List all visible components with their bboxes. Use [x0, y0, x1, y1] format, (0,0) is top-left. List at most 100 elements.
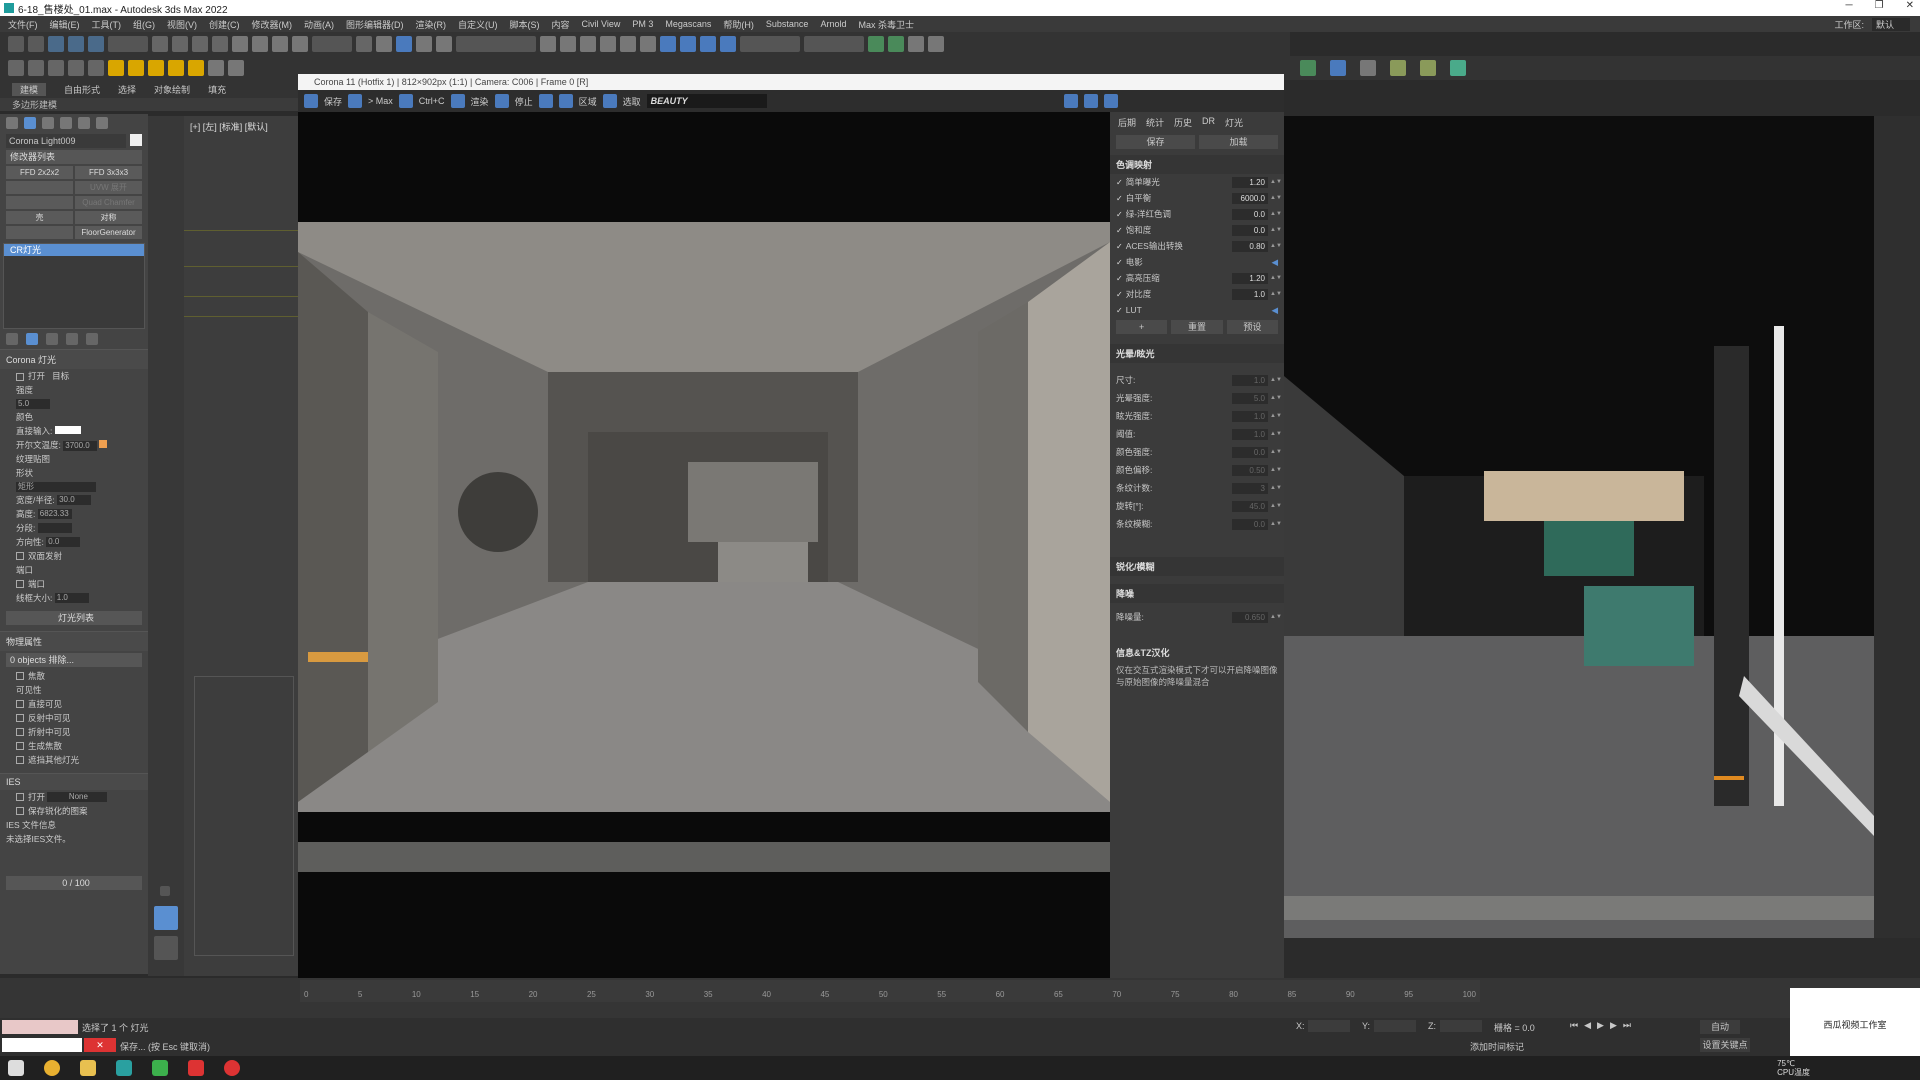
next-frame-icon[interactable]: ▶ — [1610, 1020, 1617, 1031]
settings-load-button[interactable]: 加载 — [1199, 135, 1278, 149]
minimize-button[interactable]: ─ — [1846, 0, 1853, 11]
frame-counter[interactable]: 0 / 100 — [6, 875, 142, 890]
modifier-button-shell[interactable]: 壳 — [6, 211, 73, 224]
occlude-lights-checkbox[interactable]: 遮挡其他灯光 — [0, 753, 148, 767]
maxscript-listener[interactable] — [2, 1020, 78, 1034]
motion-tab-icon[interactable] — [60, 117, 72, 129]
denoise-value[interactable]: 0.650 — [1232, 611, 1268, 623]
rollout-physical[interactable]: 物理属性 — [0, 630, 148, 651]
utilities-tab-icon[interactable] — [96, 117, 108, 129]
snap2-icon[interactable] — [1330, 60, 1346, 76]
plugin3-icon[interactable] — [908, 36, 924, 52]
menu-item[interactable]: 自定义(U) — [458, 18, 498, 31]
modifier-button[interactable] — [6, 181, 73, 194]
shape-dropdown[interactable]: 矩形 — [16, 481, 96, 492]
width-spinner[interactable]: 30.0 — [57, 495, 92, 506]
sharpen-blur-section[interactable]: 锐化/模糊 — [1110, 557, 1284, 576]
bloom-value[interactable]: 1.0 — [1232, 374, 1268, 386]
show-end-result-icon[interactable] — [26, 333, 38, 345]
menu-item[interactable]: 工具(T) — [92, 18, 122, 31]
mirror-icon[interactable] — [540, 36, 556, 52]
go-start-icon[interactable]: ⏮ — [1570, 1020, 1578, 1031]
render-icon[interactable] — [720, 36, 736, 52]
zoom-fit-icon[interactable] — [1104, 94, 1118, 108]
tonemap-expand-icon[interactable]: ◀ — [1271, 305, 1278, 316]
stop-icon[interactable] — [494, 94, 509, 108]
box2-icon[interactable] — [1420, 60, 1436, 76]
helper-icon[interactable] — [68, 60, 84, 76]
ribbon-tab-freeform[interactable]: 自由形式 — [64, 83, 100, 96]
visible-direct-checkbox[interactable]: 直接可见 — [0, 697, 148, 711]
settings-tab-lightmix[interactable]: 灯光 — [1225, 116, 1243, 129]
hierarchy-tab-icon[interactable] — [42, 117, 54, 129]
reset-button[interactable]: 重置 — [1171, 320, 1223, 334]
tonemap-name[interactable]: 绿-洋红色调 — [1116, 208, 1232, 220]
settings-tab-history[interactable]: 历史 — [1174, 116, 1192, 129]
bind-icon[interactable] — [88, 36, 104, 52]
tonemapping-section[interactable]: 色调映射 — [1110, 155, 1284, 174]
tonemap-expand-icon[interactable]: ◀ — [1271, 257, 1278, 268]
settings-tab-dr[interactable]: DR — [1202, 116, 1215, 129]
preset-button[interactable]: 预设 — [1226, 320, 1278, 334]
perspective-viewport[interactable] — [1284, 116, 1874, 938]
restore-button[interactable]: ❐ — [1875, 0, 1884, 11]
plugin4-icon[interactable] — [928, 36, 944, 52]
sun-icon[interactable] — [128, 60, 144, 76]
height-spinner[interactable]: 6823.33 — [37, 509, 72, 520]
scatter-icon[interactable] — [208, 60, 224, 76]
create-icon[interactable] — [8, 60, 24, 76]
region-icon[interactable] — [558, 94, 573, 108]
pin-icon[interactable] — [1360, 60, 1376, 76]
play-icon[interactable]: ▶ — [1597, 1020, 1604, 1031]
menu-item[interactable]: 脚本(S) — [510, 18, 540, 31]
tonemap-value[interactable]: 1.20 — [1232, 176, 1268, 188]
plugin2-icon[interactable] — [888, 36, 904, 52]
spinner-arrows-icon[interactable]: ▲▼ — [1270, 467, 1282, 473]
decal-icon[interactable] — [228, 60, 244, 76]
tonemap-value[interactable]: 6000.0 — [1232, 192, 1268, 204]
sky-icon[interactable] — [148, 60, 164, 76]
workspace-select[interactable]: 默认 — [1871, 17, 1910, 31]
add-operator-button[interactable]: + — [1116, 320, 1168, 334]
close-button[interactable]: ✕ — [1906, 0, 1914, 11]
tonemap-value[interactable]: 0.0 — [1232, 224, 1268, 236]
go-end-icon[interactable]: ⏭ — [1623, 1020, 1631, 1031]
info-section[interactable]: 信息&TZ汉化 — [1110, 643, 1284, 662]
modifier-button-quad-chamfer[interactable]: Quad Chamfer — [75, 196, 142, 209]
redo-icon[interactable] — [28, 36, 44, 52]
space-warp-icon[interactable] — [88, 60, 104, 76]
spinner-arrows-icon[interactable]: ▲▼ — [1270, 449, 1282, 455]
corona-light-icon[interactable] — [168, 60, 184, 76]
bloom-value[interactable]: 1.0 — [1232, 428, 1268, 440]
texmap-radio[interactable]: 纹理贴图 — [0, 452, 148, 466]
settings-tab-stats[interactable]: 统计 — [1146, 116, 1164, 129]
render-frame-icon[interactable] — [700, 36, 716, 52]
ribbon-tab-modeling[interactable]: 建模 — [12, 82, 47, 96]
macro-icon[interactable] — [740, 36, 800, 52]
move-icon[interactable] — [232, 36, 248, 52]
ribbon-tab-object-paint[interactable]: 对象绘制 — [154, 83, 190, 96]
menu-item[interactable]: 修改器(M) — [252, 18, 293, 31]
shape-icon[interactable] — [28, 60, 44, 76]
settings-save-button[interactable]: 保存 — [1116, 135, 1195, 149]
display-tab-icon[interactable] — [78, 117, 90, 129]
tonemap-name[interactable]: 对比度 — [1116, 288, 1232, 300]
caustics-checkbox[interactable]: 焦散 — [0, 669, 148, 683]
region-icon[interactable] — [192, 36, 208, 52]
grid-icon[interactable] — [1300, 60, 1316, 76]
wechat-icon[interactable] — [152, 1060, 168, 1076]
modifier-button[interactable] — [6, 226, 73, 239]
color-swatch[interactable] — [54, 425, 81, 434]
ies-on-label[interactable]: 打开 — [28, 792, 45, 802]
bloom-value[interactable]: 45.0 — [1232, 500, 1268, 512]
time-ruler[interactable]: 0 5 10 15 20 25 30 35 40 45 50 55 60 65 … — [300, 980, 1480, 1002]
direct-input-radio[interactable]: 直接输入: — [16, 426, 52, 436]
ec-comp-icon[interactable] — [804, 36, 864, 52]
settings-icon[interactable] — [1450, 60, 1466, 76]
place-icon[interactable] — [292, 36, 308, 52]
make-unique-icon[interactable] — [46, 333, 58, 345]
tonemap-value[interactable]: 1.20 — [1232, 272, 1268, 284]
tonemap-name[interactable]: ACES输出转换 — [1116, 240, 1232, 252]
bloom-glare-section[interactable]: 光晕/眩光 — [1110, 344, 1284, 363]
menu-item[interactable]: PM 3 — [632, 19, 653, 29]
